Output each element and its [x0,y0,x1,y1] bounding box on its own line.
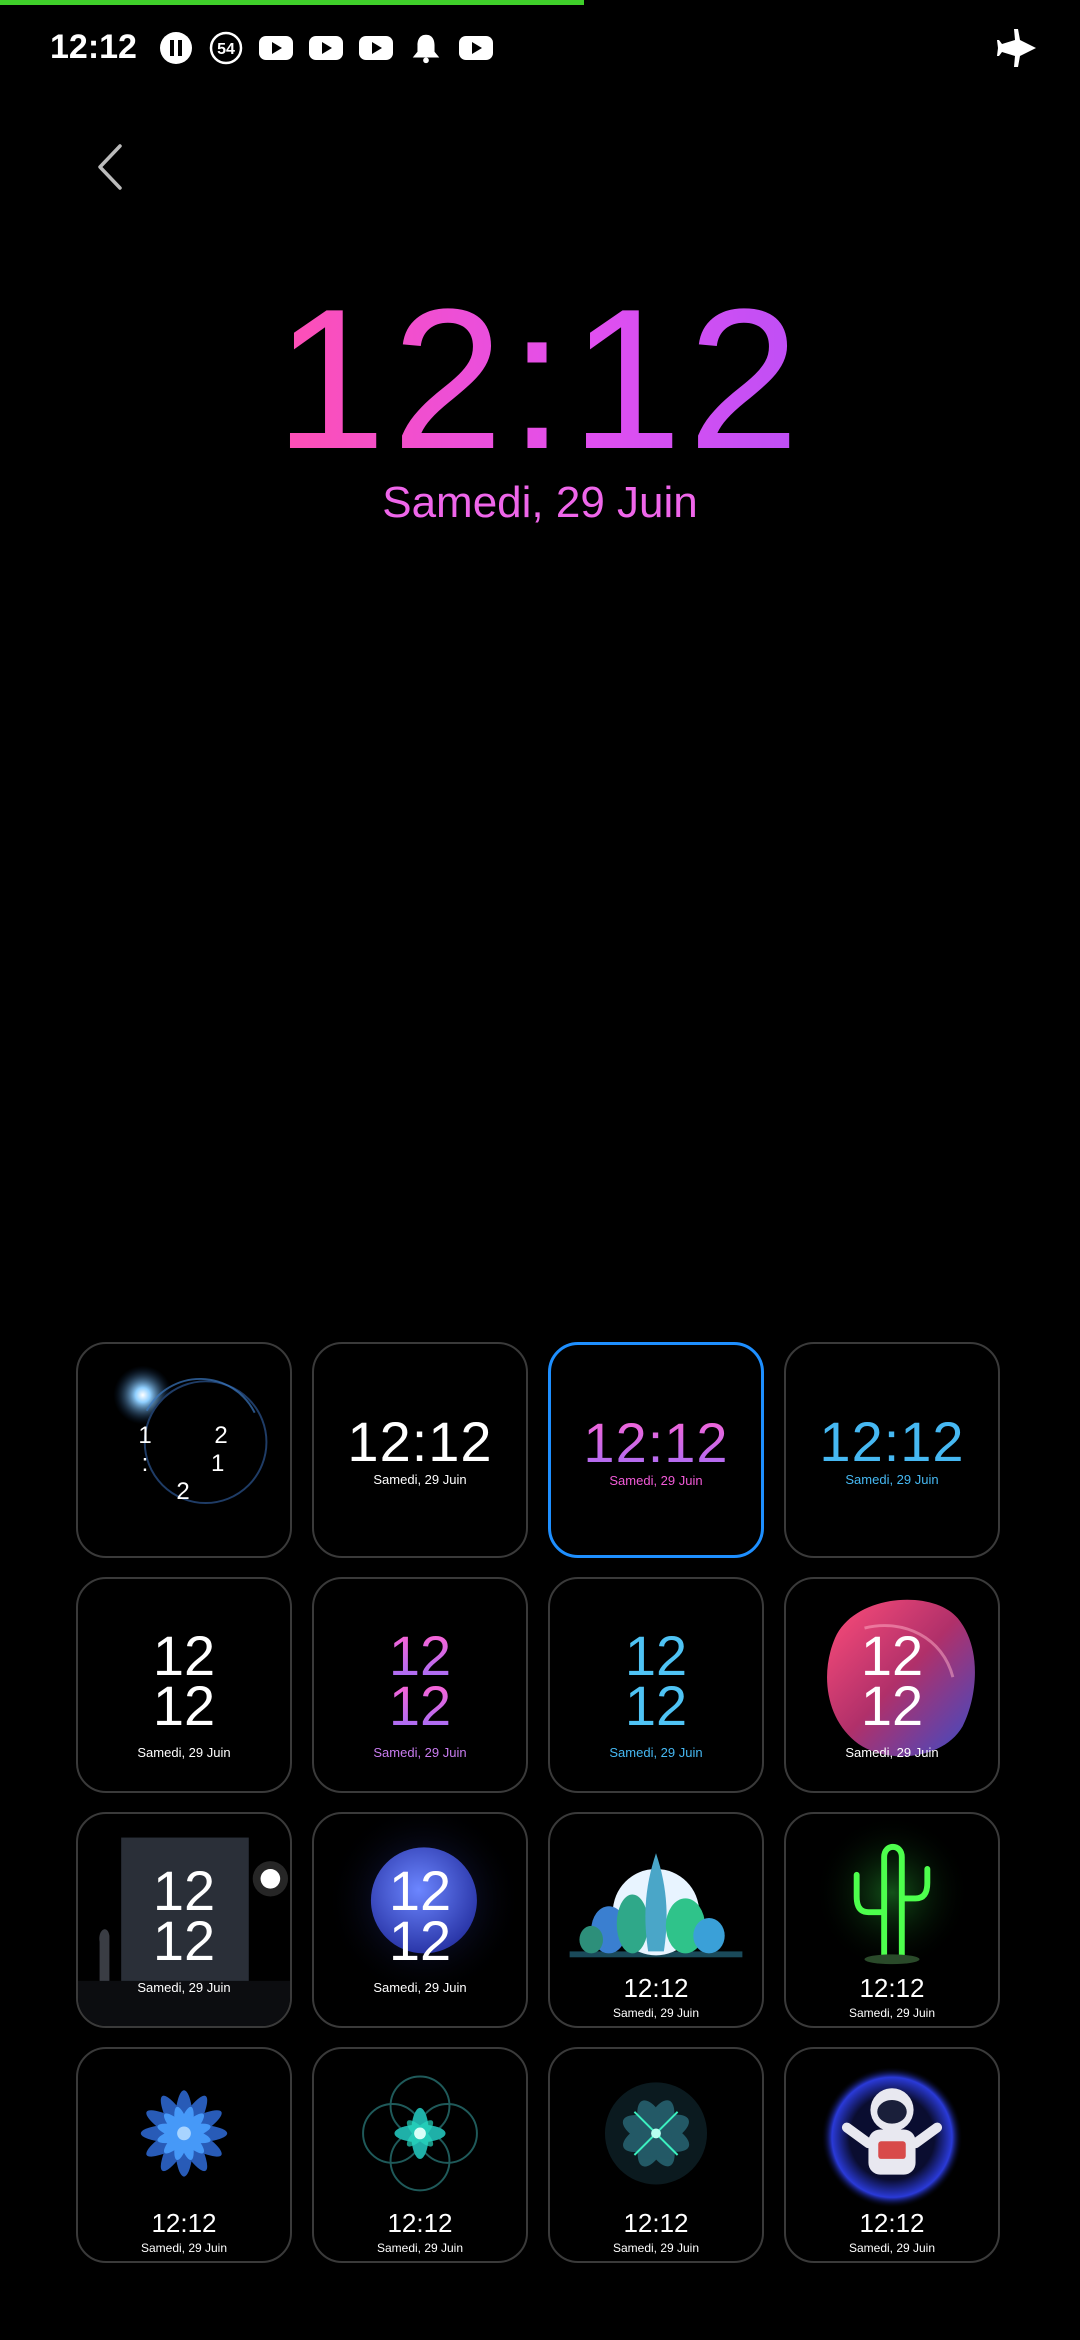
clock-style-astronaut[interactable]: 12:12 Samedi, 29 Juin [784,2047,1000,2263]
status-bar: 12:12 54 [0,0,1080,95]
clock-style-eclipse[interactable]: 1 2 : 1 2 [76,1342,292,1558]
youtube-icon [258,30,294,66]
badge-count: 54 [217,41,235,58]
style-minute: 12 [152,1674,216,1737]
style-time: 12:12 [819,1410,965,1473]
style-minute: 12 [860,1674,924,1737]
style-time: 12:12 [551,1411,761,1475]
style-time: 12:12 [859,1973,925,2003]
style-date: Samedi, 29 Juin [612,2006,700,2020]
clock-style-pink-gradient[interactable]: 12:12 Samedi, 29 Juin [548,1342,764,1558]
clock-style-color-blob[interactable]: 12 12 Samedi, 29 Juin [784,1577,1000,1793]
clock-style-kaleidoscope[interactable]: 12:12 Samedi, 29 Juin [548,2047,764,2263]
clock-style-neon-cactus[interactable]: 12:12 Samedi, 29 Juin [784,1812,1000,2028]
clock-style-grid: 1 2 : 1 2 12:12 Samedi, 29 Juin 12:12 Sa… [76,1342,1000,2263]
style-date: Samedi, 29 Juin [137,1980,231,1995]
clock-style-stacked[interactable]: 12 12 Samedi, 29 Juin [76,1577,292,1793]
clock-style-forest[interactable]: 12:12 Samedi, 29 Juin [548,1812,764,2028]
clock-style-planet[interactable]: 12 12 Samedi, 29 Juin [312,1812,528,2028]
clock-style-teal-flower[interactable]: 12:12 Samedi, 29 Juin [312,2047,528,2263]
style-date: Samedi, 29 Juin [845,1745,939,1760]
style-time: 1 2 : 1 2 [138,1422,256,1505]
style-time: 12:12 [387,2208,453,2238]
style-date: Samedi, 29 Juin [609,1745,703,1760]
clock-style-doorway[interactable]: 12 12 Samedi, 29 Juin [76,1812,292,2028]
pause-icon [158,30,194,66]
status-time: 12:12 [50,28,137,66]
style-minute: 12 [624,1674,688,1737]
style-date: Samedi, 29 Juin [140,2241,228,2255]
style-date: Samedi, 29 Juin [845,1472,939,1487]
clock-style-stacked-blue[interactable]: 12 12 Samedi, 29 Juin [548,1577,764,1793]
counter-54-icon: 54 [208,30,244,66]
style-time: 12:12 [623,2208,689,2238]
clock-style-plain[interactable]: 12:12 Samedi, 29 Juin [312,1342,528,1558]
style-minute: 12 [152,1909,216,1972]
style-time: 12:12 [347,1410,493,1473]
style-time: 12:12 [623,1973,689,2003]
clock-style-stacked-pink[interactable]: 12 12 Samedi, 29 Juin [312,1577,528,1793]
back-button[interactable] [90,140,130,194]
clock-style-blue-flower[interactable]: 12:12 Samedi, 29 Juin [76,2047,292,2263]
style-minute: 12 [388,1909,452,1972]
clock-style-blue[interactable]: 12:12 Samedi, 29 Juin [784,1342,1000,1558]
style-date: Samedi, 29 Juin [612,2241,700,2255]
notification-bell-icon [408,30,444,66]
chevron-left-icon [98,144,122,190]
airplane-mode-icon [996,26,1040,70]
style-date: Samedi, 29 Juin [373,1472,467,1487]
style-date: Samedi, 29 Juin [848,2006,936,2020]
style-time: 12:12 [151,2208,217,2238]
style-time: 12:12 [859,2208,925,2238]
youtube-icon [458,30,494,66]
youtube-icon [308,30,344,66]
clock-preview-date: Samedi, 29 Juin [382,478,698,527]
style-minute: 12 [314,1678,526,1734]
notification-icons: 54 [158,30,494,66]
style-date: Samedi, 29 Juin [609,1473,703,1488]
style-date: Samedi, 29 Juin [376,2241,464,2255]
style-date: Samedi, 29 Juin [373,1980,467,1995]
youtube-icon [358,30,394,66]
clock-preview-time: 12:12 [0,270,1080,490]
style-date: Samedi, 29 Juin [848,2241,936,2255]
style-date: Samedi, 29 Juin [137,1745,231,1760]
style-date: Samedi, 29 Juin [373,1745,467,1760]
